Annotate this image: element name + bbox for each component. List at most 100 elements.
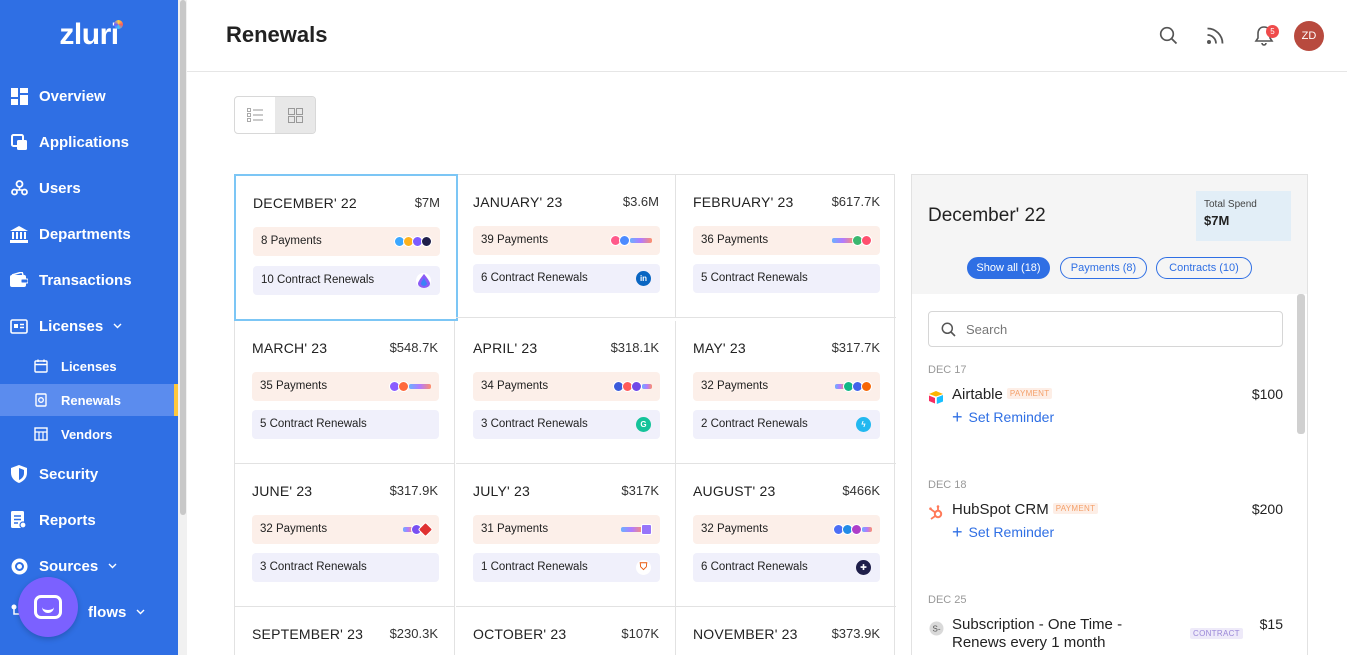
month-card-may23[interactable]: MAY' 23 $317.7K 32 Payments 2 Contract R…: [676, 321, 896, 464]
payments-pill[interactable]: 34 Payments: [473, 372, 660, 401]
payments-pill[interactable]: 32 Payments: [252, 515, 439, 544]
month-amount: $318.1K: [610, 340, 659, 355]
payments-count: 34 Payments: [481, 380, 549, 392]
contracts-count: 3 Contract Renewals: [260, 561, 367, 573]
chat-support-button[interactable]: [18, 577, 78, 637]
sidebar-item-applications[interactable]: Applications: [0, 122, 178, 162]
payments-pill[interactable]: 32 Payments: [693, 515, 880, 544]
payment-tag: PAYMENT: [1052, 503, 1099, 514]
set-reminder-link[interactable]: + Set Reminder: [952, 407, 1054, 427]
building-icon: [10, 225, 28, 243]
month-card-feb23[interactable]: FEBRUARY' 23 $617.7K 36 Payments 5 Contr…: [676, 175, 896, 318]
sidebar-subitem-vendors[interactable]: Vendors: [0, 418, 178, 450]
notification-count-badge: 5: [1266, 25, 1279, 38]
payments-pill[interactable]: 36 Payments: [693, 226, 880, 255]
list-view-icon: [247, 108, 263, 122]
contracts-pill[interactable]: 10 Contract Renewals: [253, 266, 440, 295]
filter-show-all[interactable]: Show all (18): [967, 257, 1050, 279]
panel-scrollbar[interactable]: [1297, 294, 1305, 434]
sidebar-item-label: flows: [88, 603, 127, 621]
month-amount: $230.3K: [389, 626, 438, 641]
sidebar-item-sources[interactable]: Sources: [0, 546, 178, 586]
month-card-jan23[interactable]: JANUARY' 23 $3.6M 39 Payments 6 Contract…: [456, 175, 676, 318]
sidebar-scrollbar-thumb[interactable]: [180, 0, 186, 515]
sidebar-item-security[interactable]: Security: [0, 454, 178, 494]
payments-pill[interactable]: 32 Payments: [693, 372, 880, 401]
payments-count: 39 Payments: [481, 234, 549, 246]
month-label: MARCH' 23: [252, 340, 328, 356]
sidebar-subitem-licenses[interactable]: Licenses: [0, 350, 178, 382]
payments-pill[interactable]: 8 Payments: [253, 227, 440, 256]
payments-count: 32 Payments: [701, 523, 769, 535]
contracts-pill[interactable]: 6 Contract Renewals ✚: [693, 553, 880, 582]
month-amount: $373.9K: [831, 626, 880, 641]
sidebar-item-licenses[interactable]: Licenses: [0, 306, 178, 346]
payments-count: 32 Payments: [260, 523, 328, 535]
payments-pill[interactable]: 39 Payments: [473, 226, 660, 255]
month-card-jul23[interactable]: JULY' 23 $317K 31 Payments 1 Contract Re…: [456, 464, 676, 607]
set-reminder-link[interactable]: + Set Reminder: [952, 523, 1054, 541]
date-label: DEC 25: [928, 594, 967, 606]
month-amount: $548.7K: [389, 340, 438, 355]
contracts-pill[interactable]: 6 Contract Renewals in: [473, 264, 660, 293]
grid-view-button[interactable]: [275, 97, 315, 133]
app-logo-icon: [631, 381, 642, 392]
app-logo-icon: [861, 235, 872, 246]
app-logo-icon: [619, 235, 630, 246]
month-card-jun23[interactable]: JUNE' 23 $317.9K 32 Payments 3 Contract …: [235, 464, 455, 607]
contracts-pill[interactable]: 3 Contract Renewals G: [473, 410, 660, 439]
list-view-button[interactable]: [235, 97, 275, 133]
date-label: DEC 17: [928, 364, 967, 376]
sidebar-item-overview[interactable]: Overview: [0, 76, 178, 116]
month-card-nov23[interactable]: NOVEMBER' 23 $373.9K: [676, 607, 896, 655]
app-logo-icon: [642, 384, 652, 389]
search-icon: [941, 322, 956, 337]
sidebar-item-label: Licenses: [39, 317, 104, 335]
month-card-oct23[interactable]: OCTOBER' 23 $107K: [456, 607, 676, 655]
month-detail-panel: December' 22 Total Spend $7M Show all (1…: [911, 174, 1308, 655]
month-card-mar23[interactable]: MARCH' 23 $548.7K 35 Payments 5 Contract…: [235, 321, 455, 464]
month-card-sep23[interactable]: SEPTEMBER' 23 $230.3K: [235, 607, 455, 655]
month-amount: $317.9K: [389, 483, 438, 498]
payment-tag: PAYMENT: [1006, 388, 1053, 399]
entry-name: Airtable PAYMENT: [952, 386, 1053, 403]
contracts-pill[interactable]: 5 Contract Renewals: [693, 264, 880, 293]
sidebar-item-label: Transactions: [39, 271, 132, 289]
contracts-pill[interactable]: 2 Contract Renewals ϟ: [693, 410, 880, 439]
renewals-month-grid: DECEMBER' 22 $7M 8 Payments 10 Contract …: [234, 174, 896, 655]
user-avatar[interactable]: ZD: [1294, 21, 1324, 51]
sidebar-item-transactions[interactable]: Transactions: [0, 260, 178, 300]
renewal-icon: [34, 393, 48, 407]
contracts-count: 3 Contract Renewals: [481, 418, 588, 430]
month-amount: $317.7K: [831, 340, 880, 355]
payments-pill[interactable]: 31 Payments: [473, 515, 660, 544]
plus-icon: +: [952, 407, 963, 427]
app-logos: [394, 235, 432, 248]
sidebar-item-label: Applications: [39, 133, 130, 151]
month-label: JULY' 23: [473, 483, 530, 499]
chevron-down-icon: [108, 561, 117, 572]
app-logo-icon: [398, 381, 409, 392]
search-icon[interactable]: [1157, 24, 1179, 46]
sidebar-subitem-renewals[interactable]: Renewals: [0, 384, 178, 416]
sidebar-item-users[interactable]: Users: [0, 168, 178, 208]
contracts-pill[interactable]: 5 Contract Renewals: [252, 410, 439, 439]
filter-payments[interactable]: Payments (8): [1060, 257, 1147, 279]
sidebar-item-reports[interactable]: Reports: [0, 500, 178, 540]
chevron-down-icon: [136, 607, 145, 618]
sidebar-item-label: Sources: [39, 557, 99, 575]
lightning-icon: ϟ: [856, 417, 871, 432]
filter-contracts[interactable]: Contracts (10): [1156, 257, 1252, 279]
month-card-aug23[interactable]: AUGUST' 23 $466K 32 Payments 6 Contract …: [676, 464, 896, 607]
feed-icon[interactable]: [1204, 24, 1226, 46]
zluri-logo[interactable]: zluri: [0, 18, 178, 52]
app-logo-icon: [417, 521, 434, 538]
contracts-pill[interactable]: 3 Contract Renewals: [252, 553, 439, 582]
contracts-pill[interactable]: 1 Contract Renewals ⛉: [473, 553, 660, 582]
payments-pill[interactable]: 35 Payments: [252, 372, 439, 401]
month-card-dec22[interactable]: DECEMBER' 22 $7M 8 Payments 10 Contract …: [234, 174, 458, 321]
contracts-count: 2 Contract Renewals: [701, 418, 808, 430]
month-card-apr23[interactable]: APRIL' 23 $318.1K 34 Payments 3 Contract…: [456, 321, 676, 464]
sidebar-item-departments[interactable]: Departments: [0, 214, 178, 254]
search-input[interactable]: Search: [928, 311, 1283, 347]
